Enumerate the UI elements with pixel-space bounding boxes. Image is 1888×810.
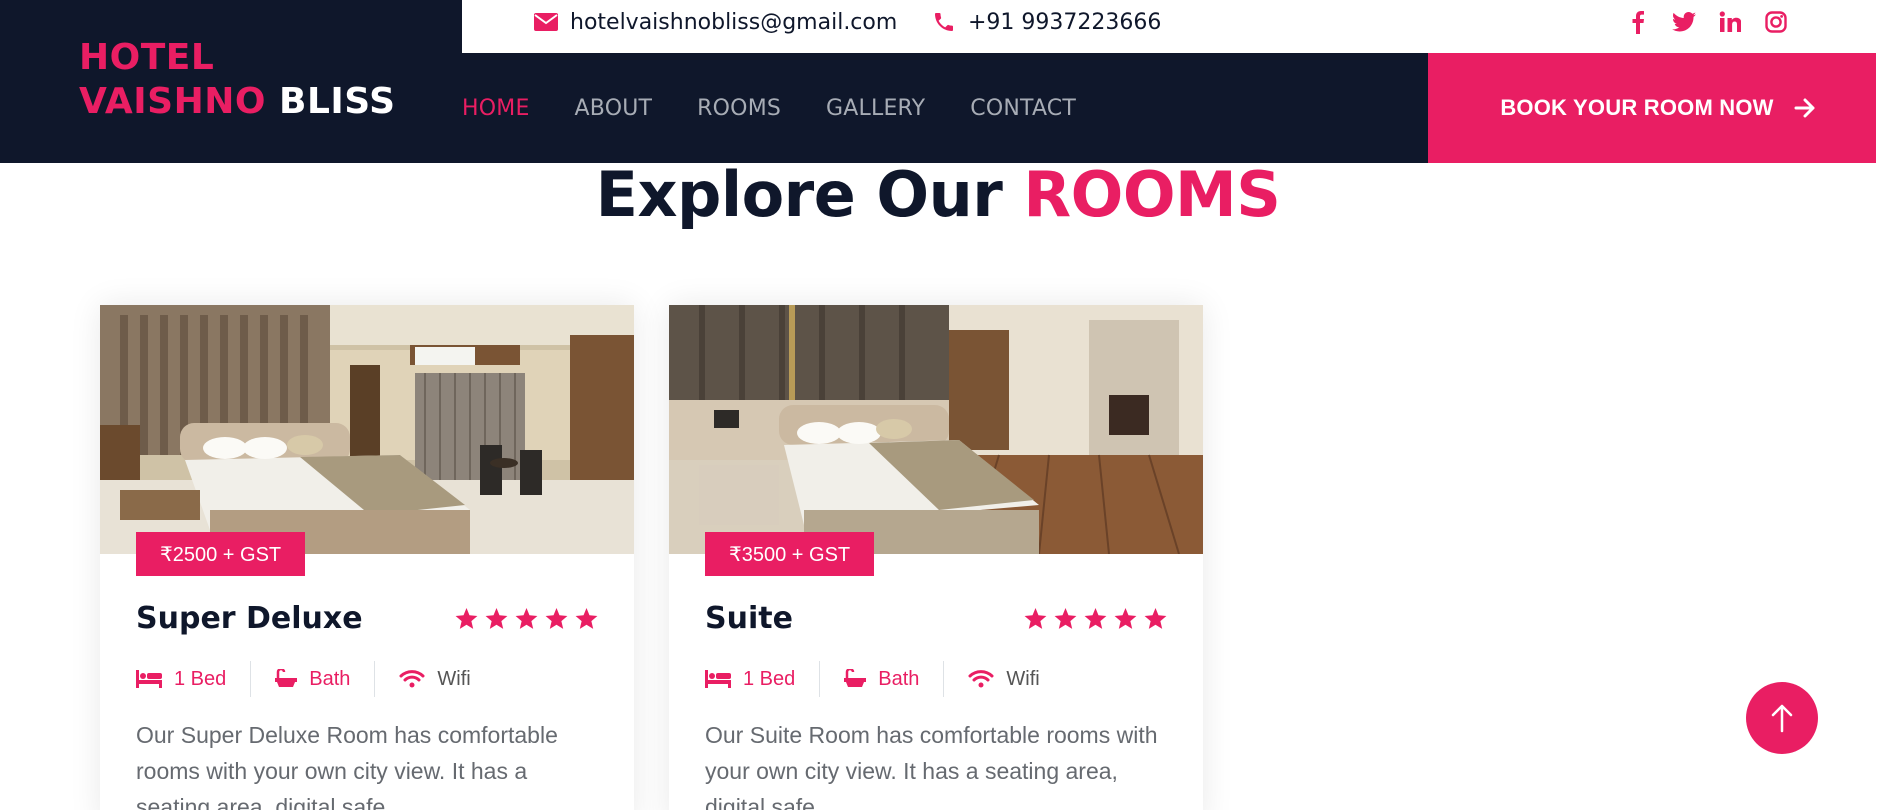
room-price-badge: ₹2500 + GST <box>136 532 306 576</box>
nav-contact[interactable]: CONTACT <box>970 96 1076 121</box>
amenity-wifi-label: Wifi <box>437 667 471 690</box>
wifi-icon <box>399 670 425 688</box>
nav-rooms[interactable]: ROOMS <box>697 96 781 121</box>
twitter-icon[interactable] <box>1672 10 1696 34</box>
arrow-up-icon <box>1771 704 1793 733</box>
star-icon <box>1084 608 1107 629</box>
envelope-icon <box>534 13 558 31</box>
amenity-bath-label: Bath <box>309 667 351 690</box>
bath-icon <box>275 669 298 687</box>
star-icon <box>575 608 598 629</box>
logo-line2a: VAISHNO <box>79 81 266 122</box>
phone-contact[interactable]: +91 9937223666 <box>932 0 1161 44</box>
amenity-wifi: Wifi <box>399 661 494 697</box>
bath-icon <box>844 669 867 687</box>
room-price-badge: ₹3500 + GST <box>705 532 875 576</box>
room-card[interactable]: ₹2500 + GST Super Deluxe 1 Bed Bath Wifi… <box>100 305 634 810</box>
title-part-b: ROOMS <box>1023 158 1281 231</box>
phone-text: +91 9937223666 <box>968 9 1162 35</box>
amenity-bed: 1 Bed <box>705 661 821 697</box>
amenity-bath: Bath <box>844 661 945 697</box>
main-navbar: HOME ABOUT ROOMS GALLERY CONTACT <box>462 53 1428 163</box>
site-header: HOTEL VAISHNO BLISS hotelvaishnobliss@gm… <box>0 0 1888 163</box>
room-amenities: 1 Bed Bath Wifi <box>705 661 1088 697</box>
star-icon <box>1054 608 1077 629</box>
room-description: Our Suite Room has comfortable rooms wit… <box>705 722 1158 810</box>
linkedin-icon[interactable] <box>1718 10 1742 34</box>
amenity-bed-label: 1 Bed <box>174 667 227 690</box>
wifi-icon <box>968 670 994 688</box>
top-contact-bar: hotelvaishnobliss@gmail.com +91 99372236… <box>462 0 1888 53</box>
star-rating <box>1024 608 1167 630</box>
room-name[interactable]: Suite <box>705 601 793 636</box>
star-icon <box>515 608 538 629</box>
star-rating <box>455 608 598 630</box>
room-photo[interactable] <box>669 305 1203 554</box>
facebook-icon[interactable] <box>1626 10 1650 34</box>
amenity-bed: 1 Bed <box>136 661 252 697</box>
star-icon <box>545 608 568 629</box>
amenity-bath: Bath <box>275 661 376 697</box>
page-edge <box>1876 0 1888 810</box>
star-icon <box>485 608 508 629</box>
book-room-button[interactable]: BOOK YOUR ROOM NOW <box>1428 53 1888 163</box>
social-links <box>1626 0 1788 44</box>
star-icon <box>1144 608 1167 629</box>
amenity-bed-label: 1 Bed <box>743 667 796 690</box>
book-room-label: BOOK YOUR ROOM NOW <box>1500 95 1774 120</box>
star-icon <box>1024 608 1047 629</box>
logo-line2b: BLISS <box>279 81 396 122</box>
email-contact[interactable]: hotelvaishnobliss@gmail.com <box>534 0 897 44</box>
brand-block: HOTEL VAISHNO BLISS <box>0 0 462 163</box>
rooms-section-title: Explore Our ROOMS <box>0 158 1876 231</box>
room-name[interactable]: Super Deluxe <box>136 601 363 636</box>
room-amenities: 1 Bed Bath Wifi <box>136 661 519 697</box>
title-part-a: Explore Our <box>595 158 1003 231</box>
bed-icon <box>136 670 162 688</box>
room-card[interactable]: ₹3500 + GST Suite 1 Bed Bath Wifi Our Su… <box>669 305 1203 810</box>
site-logo[interactable]: HOTEL VAISHNO BLISS <box>79 36 396 124</box>
nav-home[interactable]: HOME <box>462 96 530 121</box>
star-icon <box>455 608 478 629</box>
email-text: hotelvaishnobliss@gmail.com <box>570 9 898 35</box>
back-to-top-button[interactable] <box>1746 682 1818 754</box>
room-photo[interactable] <box>100 305 634 554</box>
logo-line1: HOTEL <box>79 37 215 78</box>
arrow-right-icon <box>1794 98 1815 118</box>
main-nav: HOME ABOUT ROOMS GALLERY CONTACT <box>462 53 1121 163</box>
amenity-wifi-label: Wifi <box>1006 667 1040 690</box>
bed-icon <box>705 670 731 688</box>
instagram-icon[interactable] <box>1764 10 1788 34</box>
phone-icon <box>935 13 953 31</box>
amenity-wifi: Wifi <box>968 661 1063 697</box>
nav-about[interactable]: ABOUT <box>575 96 653 121</box>
room-description: Our Super Deluxe Room has comfortable ro… <box>136 722 558 810</box>
nav-gallery[interactable]: GALLERY <box>826 96 925 121</box>
amenity-bath-label: Bath <box>878 667 920 690</box>
star-icon <box>1114 608 1137 629</box>
